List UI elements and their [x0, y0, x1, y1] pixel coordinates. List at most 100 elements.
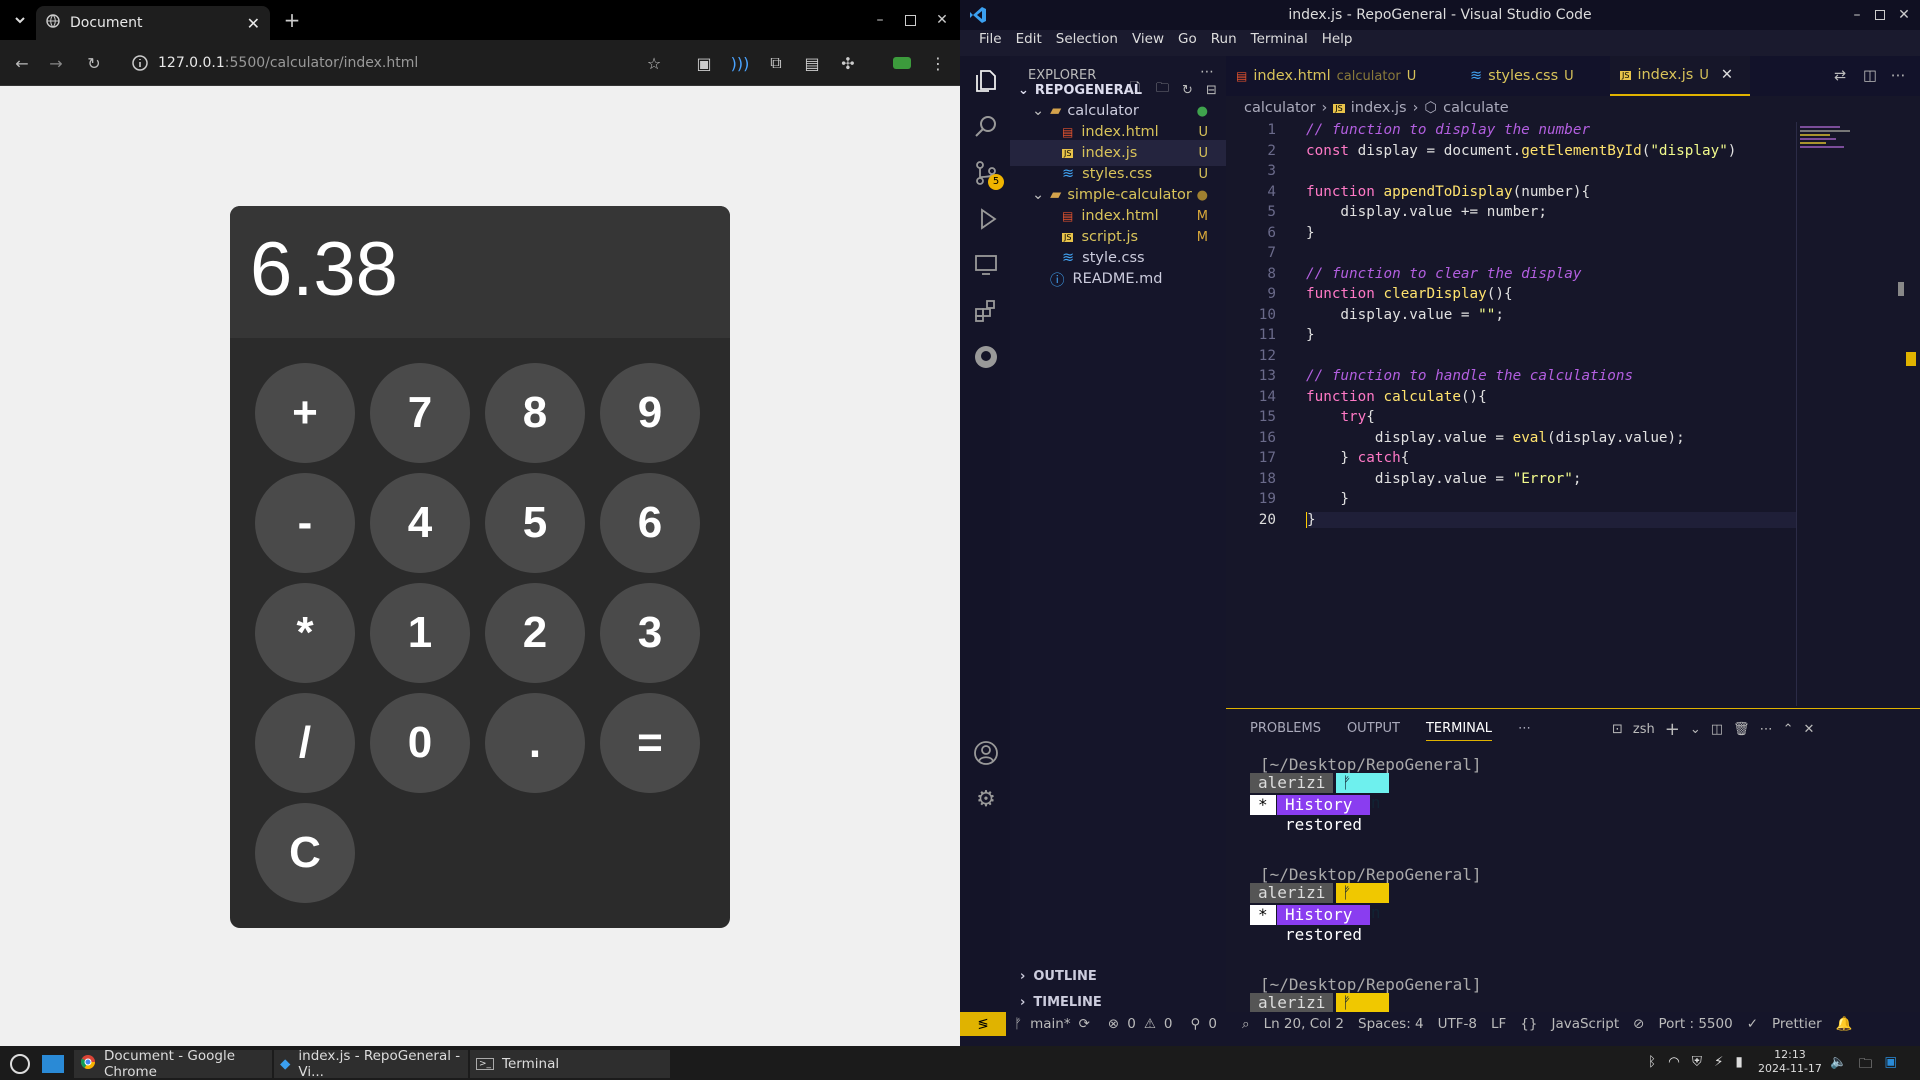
github-icon[interactable] — [973, 344, 999, 370]
tab-output[interactable]: OUTPUT — [1347, 721, 1400, 741]
split-terminal-icon[interactable]: ◫ — [1711, 722, 1723, 737]
code-line[interactable]: } — [1306, 491, 1349, 507]
power-icon[interactable]: ⚡ — [1714, 1054, 1723, 1070]
indentation[interactable]: Spaces: 4 — [1358, 1016, 1424, 1032]
key-multiply-button[interactable]: * — [255, 583, 355, 683]
key-decimal-button[interactable]: . — [485, 693, 585, 793]
more-actions-icon[interactable]: ⋯ — [1760, 722, 1773, 737]
collapse-all-icon[interactable]: ⊟ — [1206, 83, 1217, 98]
forward-icon[interactable]: → — [46, 53, 66, 73]
compare-changes-icon[interactable]: ⇄ — [1830, 66, 1850, 86]
site-info-icon[interactable] — [130, 53, 150, 73]
key-5-button[interactable]: 5 — [485, 473, 585, 573]
tab-styles-css[interactable]: ≋ styles.css U — [1460, 56, 1590, 96]
tab-index-js[interactable]: JS index.js U ✕ — [1610, 56, 1750, 96]
prettier[interactable]: Prettier — [1772, 1016, 1822, 1032]
close-panel-icon[interactable]: ✕ — [1803, 722, 1814, 737]
split-editor-icon[interactable]: ◫ — [1860, 66, 1880, 86]
run-debug-icon[interactable] — [973, 206, 999, 232]
new-terminal-icon[interactable]: + — [1665, 719, 1680, 740]
extension-live-icon[interactable]: ))) — [730, 53, 750, 73]
bookmark-star-icon[interactable]: ☆ — [644, 53, 664, 73]
code-line[interactable]: } catch{ — [1306, 450, 1409, 466]
terminal-shell-name[interactable]: zsh — [1633, 722, 1655, 737]
menu-selection[interactable]: Selection — [1049, 31, 1125, 47]
clock[interactable]: 12:13 2024-11-17 — [1758, 1048, 1822, 1076]
menu-edit[interactable]: Edit — [1009, 31, 1049, 47]
code-line[interactable]: function clearDisplay(){ — [1306, 286, 1513, 302]
code-line[interactable]: display.value = eval(display.value); — [1306, 430, 1685, 446]
code-line[interactable]: // function to display the number — [1306, 122, 1590, 138]
browser-tab[interactable]: Document ✕ — [36, 6, 270, 40]
code-line[interactable]: } — [1306, 225, 1315, 241]
code-line[interactable]: } — [1306, 327, 1315, 343]
key-4-button[interactable]: 4 — [370, 473, 470, 573]
minimize-icon[interactable]: – — [870, 10, 890, 30]
code-line[interactable]: // function to handle the calculations — [1306, 368, 1633, 384]
key-minus-button[interactable]: - — [255, 473, 355, 573]
zoom-icon[interactable]: ⌕ — [1242, 1016, 1250, 1032]
sync-icon[interactable]: ⟳ — [1079, 1016, 1090, 1032]
search-icon[interactable] — [973, 114, 999, 140]
bell-icon[interactable]: 🔔 — [1836, 1016, 1853, 1032]
maximize-icon[interactable] — [900, 10, 920, 30]
end-of-line[interactable]: LF — [1491, 1016, 1506, 1032]
key-9-button[interactable]: 9 — [600, 363, 700, 463]
key-6-button[interactable]: 6 — [600, 473, 700, 573]
close-tab-icon[interactable]: ✕ — [247, 14, 260, 33]
code-line[interactable]: } — [1306, 511, 1796, 528]
code-line[interactable]: display.value += number; — [1306, 204, 1547, 220]
key-clear-button[interactable]: C — [255, 803, 355, 903]
bluetooth-icon[interactable]: ᛒ — [1648, 1054, 1656, 1070]
minimap[interactable] — [1800, 126, 1860, 166]
shield-icon[interactable]: ⛨ — [1692, 1054, 1702, 1070]
calculator-display[interactable]: 6.38 — [230, 206, 730, 338]
key-plus-button[interactable]: + — [255, 363, 355, 463]
tab-index-html[interactable]: ▤ index.html calculator U — [1226, 56, 1454, 96]
start-menu-icon[interactable] — [4, 1050, 36, 1078]
settings-gear-icon[interactable]: ⚙ — [973, 786, 999, 812]
profile-icon[interactable] — [892, 53, 912, 73]
extensions-icon[interactable] — [973, 298, 999, 324]
camera-icon[interactable]: ▣ — [694, 53, 714, 73]
back-icon[interactable]: ← — [12, 53, 32, 73]
menu-terminal[interactable]: Terminal — [1244, 31, 1315, 47]
code-line[interactable]: // function to clear the display — [1306, 266, 1581, 282]
encoding[interactable]: UTF-8 — [1438, 1016, 1477, 1032]
code-line[interactable]: display.value = "Error"; — [1306, 471, 1582, 487]
breadcrumb-file[interactable]: index.js — [1351, 100, 1407, 116]
code-line[interactable]: function calculate(){ — [1306, 389, 1487, 405]
sidebar-icon[interactable]: ▤ — [802, 53, 822, 73]
ports-count[interactable]: 0 — [1208, 1016, 1217, 1032]
menu-kebab-icon[interactable]: ⋮ — [928, 53, 948, 73]
source-control-icon[interactable]: 5 — [973, 160, 1004, 190]
close-window-icon[interactable]: ✕ — [932, 10, 952, 30]
trash-icon[interactable]: 🗑 — [1733, 722, 1750, 737]
error-count[interactable]: 0 — [1127, 1016, 1136, 1032]
tree-file-readme[interactable]: ⓘ README.md — [1010, 266, 1226, 292]
menu-go[interactable]: Go — [1171, 31, 1204, 47]
more-actions-icon[interactable]: ⋯ — [1518, 721, 1531, 741]
menu-help[interactable]: Help — [1315, 31, 1360, 47]
key-7-button[interactable]: 7 — [370, 363, 470, 463]
new-tab-icon[interactable]: + — [282, 8, 302, 32]
key-1-button[interactable]: 1 — [370, 583, 470, 683]
tab-problems[interactable]: PROBLEMS — [1250, 721, 1321, 741]
wifi-icon[interactable]: ◠ — [1668, 1054, 1680, 1070]
key-divide-button[interactable]: / — [255, 693, 355, 793]
code-line[interactable]: function appendToDisplay(number){ — [1306, 184, 1590, 200]
account-icon[interactable] — [973, 740, 999, 766]
taskbar-vscode[interactable]: ◆ index.js - RepoGeneral - Vi... — [274, 1048, 468, 1080]
tab-terminal[interactable]: TERMINAL — [1425, 721, 1493, 741]
more-actions-icon[interactable]: ⋯ — [1888, 66, 1908, 86]
maximize-icon[interactable] — [1870, 5, 1890, 25]
close-tab-icon[interactable]: ✕ — [1721, 67, 1733, 83]
code-line[interactable]: display.value = ""; — [1306, 307, 1504, 323]
key-0-button[interactable]: 0 — [370, 693, 470, 793]
address-bar[interactable]: 127.0.0.1:5500/calculator/index.html — [122, 47, 642, 79]
minimize-icon[interactable]: – — [1847, 5, 1867, 25]
key-2-button[interactable]: 2 — [485, 583, 585, 683]
live-server-port[interactable]: Port : 5500 — [1658, 1016, 1732, 1032]
battery-icon[interactable]: ▮ — [1736, 1054, 1743, 1070]
remote-explorer-icon[interactable] — [973, 252, 999, 278]
